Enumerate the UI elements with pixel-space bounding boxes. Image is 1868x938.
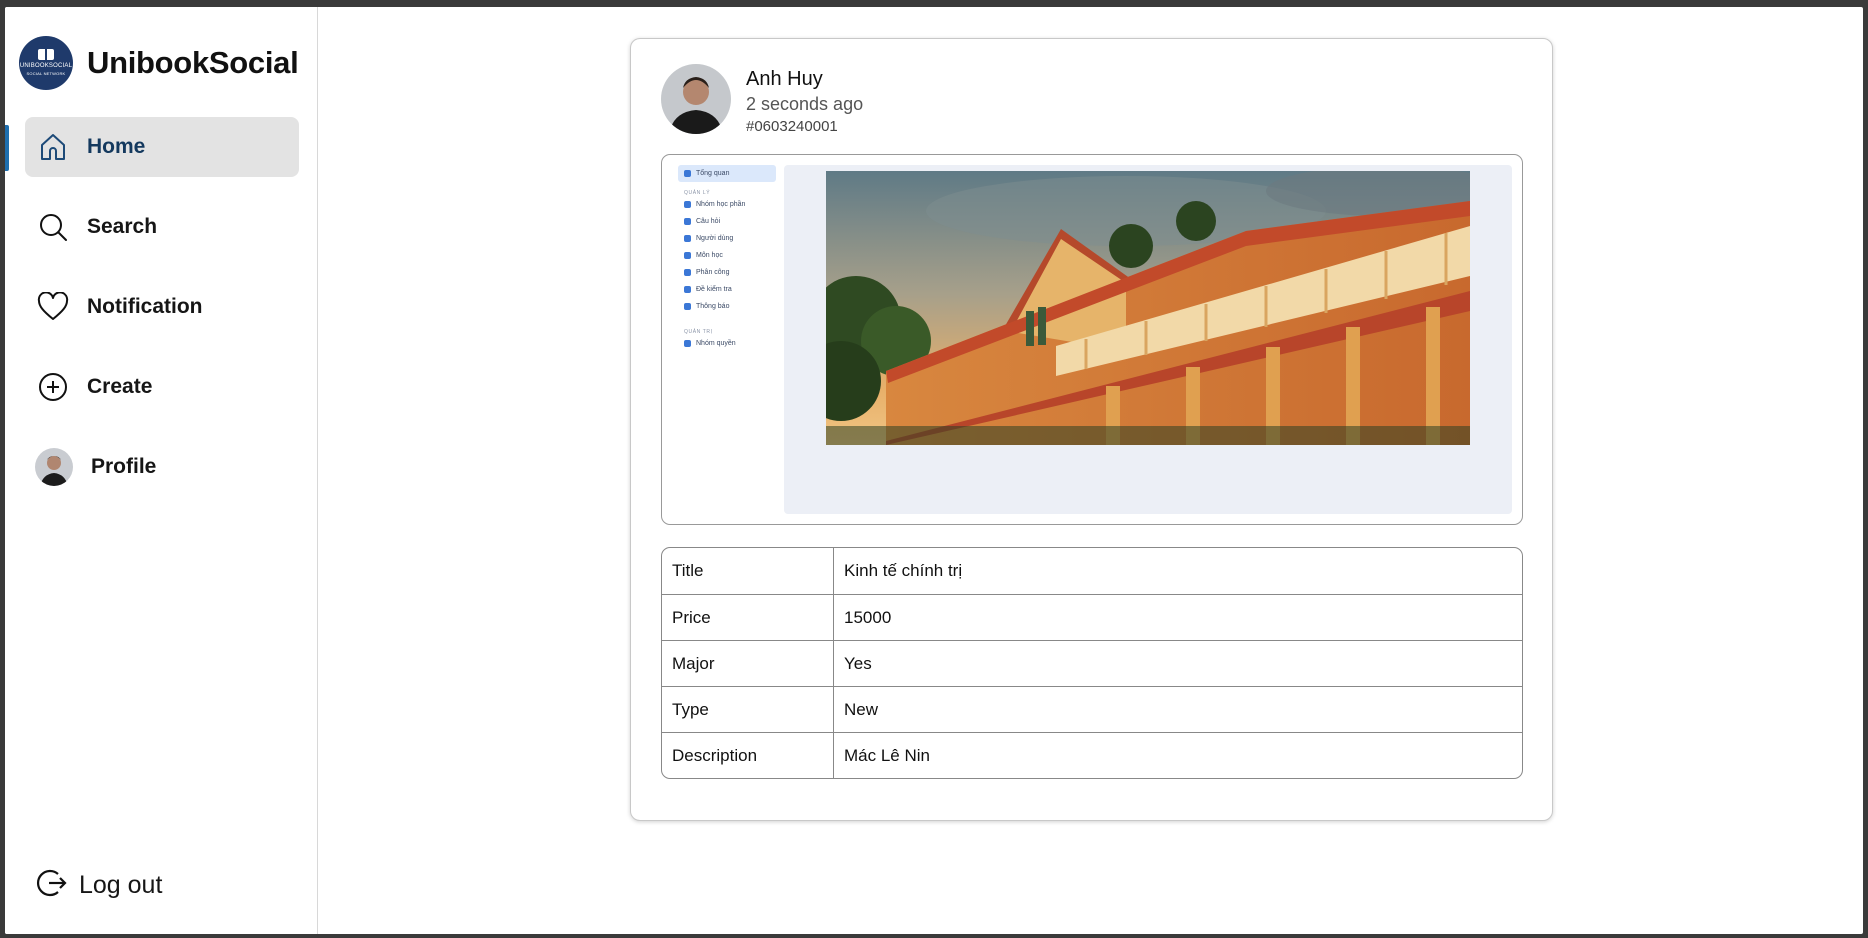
app-window: UNIBOOKSOCIAL SOCIAL NETWORK UnibookSoci… [5, 7, 1863, 934]
heart-icon [37, 291, 69, 323]
sidebar-item-label: Create [87, 375, 153, 398]
table-value: 15000 [844, 607, 892, 627]
sidebar: UNIBOOKSOCIAL SOCIAL NETWORK UnibookSoci… [5, 7, 318, 934]
screenshot-nav-item: Nhóm học phần [678, 196, 776, 213]
screenshot-nav-item: Môn học [678, 247, 776, 264]
table-key: Title [662, 548, 834, 594]
table-row: Title Kinh tế chính trị [662, 548, 1522, 594]
table-row: Price 15000 [662, 594, 1522, 640]
screenshot-nav-item: Câu hỏi [678, 213, 776, 230]
home-icon [37, 131, 69, 163]
table-value: Kinh tế chính trị [844, 561, 963, 580]
sidebar-item-create[interactable]: Create [25, 357, 299, 417]
table-key: Major [662, 641, 834, 686]
post-details-table: Title Kinh tế chính trị Price 15000 Majo… [661, 547, 1523, 779]
table-key: Type [662, 687, 834, 732]
screenshot-nav-item: Tổng quan [678, 165, 776, 182]
screenshot-section-label: QUẢN LÝ [684, 190, 711, 196]
logout-button[interactable]: Log out [35, 867, 162, 904]
logout-label: Log out [79, 871, 163, 899]
table-row: Description Mác Lê Nin [662, 732, 1522, 778]
post-header: Anh Huy 2 seconds ago #0603240001 [661, 64, 863, 135]
book-icon [38, 48, 54, 60]
author-avatar[interactable] [661, 64, 731, 134]
sidebar-item-profile[interactable]: Profile [25, 437, 299, 497]
table-key: Price [662, 595, 834, 640]
table-value: New [844, 699, 879, 719]
screenshot-nav-item: Người dùng [678, 230, 776, 247]
sidebar-item-notification[interactable]: Notification [25, 277, 299, 337]
screenshot-sidebar: Tổng quan QUẢN LÝ Nhóm học phần Câu hỏi … [678, 165, 776, 515]
screenshot-nav-item: Đề kiểm tra [678, 281, 776, 298]
post-id: #0603240001 [746, 118, 838, 135]
table-key: Description [662, 733, 834, 778]
building-photo [826, 171, 1470, 445]
sidebar-item-label: Search [87, 215, 158, 238]
logo-text: UNIBOOKSOCIAL [19, 62, 73, 69]
table-value: Yes [844, 653, 872, 673]
sidebar-item-label: Notification [87, 295, 203, 318]
logo-subtext: SOCIAL NETWORK [26, 70, 66, 76]
sidebar-item-home[interactable]: Home [25, 117, 299, 177]
screenshot-section-label: QUẢN TRỊ [684, 329, 713, 335]
screenshot-nav-item: Phân công [678, 264, 776, 281]
post-image[interactable]: Tổng quan QUẢN LÝ Nhóm học phần Câu hỏi … [661, 154, 1523, 525]
table-row: Major Yes [662, 640, 1522, 686]
avatar [35, 448, 73, 486]
sidebar-item-search[interactable]: Search [25, 197, 299, 257]
sidebar-item-label: Home [87, 135, 146, 158]
post-card: Anh Huy 2 seconds ago #0603240001 Tổng q… [630, 38, 1553, 821]
brand-name: UnibookSocial [87, 45, 299, 80]
sidebar-item-label: Profile [91, 455, 157, 478]
screenshot-main-area [784, 165, 1512, 514]
logout-icon [35, 867, 67, 904]
plus-circle-icon [37, 371, 69, 403]
search-icon [37, 211, 69, 243]
table-row: Type New [662, 686, 1522, 732]
screenshot-nav-item: Nhóm quyền [678, 335, 776, 352]
table-value: Mác Lê Nin [844, 745, 930, 765]
logo: UNIBOOKSOCIAL SOCIAL NETWORK [19, 36, 73, 90]
brand[interactable]: UNIBOOKSOCIAL SOCIAL NETWORK UnibookSoci… [19, 36, 299, 90]
screenshot-nav-item: Thông báo [678, 298, 776, 315]
post-timestamp: 2 seconds ago [746, 94, 864, 114]
active-nav-marker [5, 125, 9, 171]
author-name[interactable]: Anh Huy [746, 68, 863, 91]
